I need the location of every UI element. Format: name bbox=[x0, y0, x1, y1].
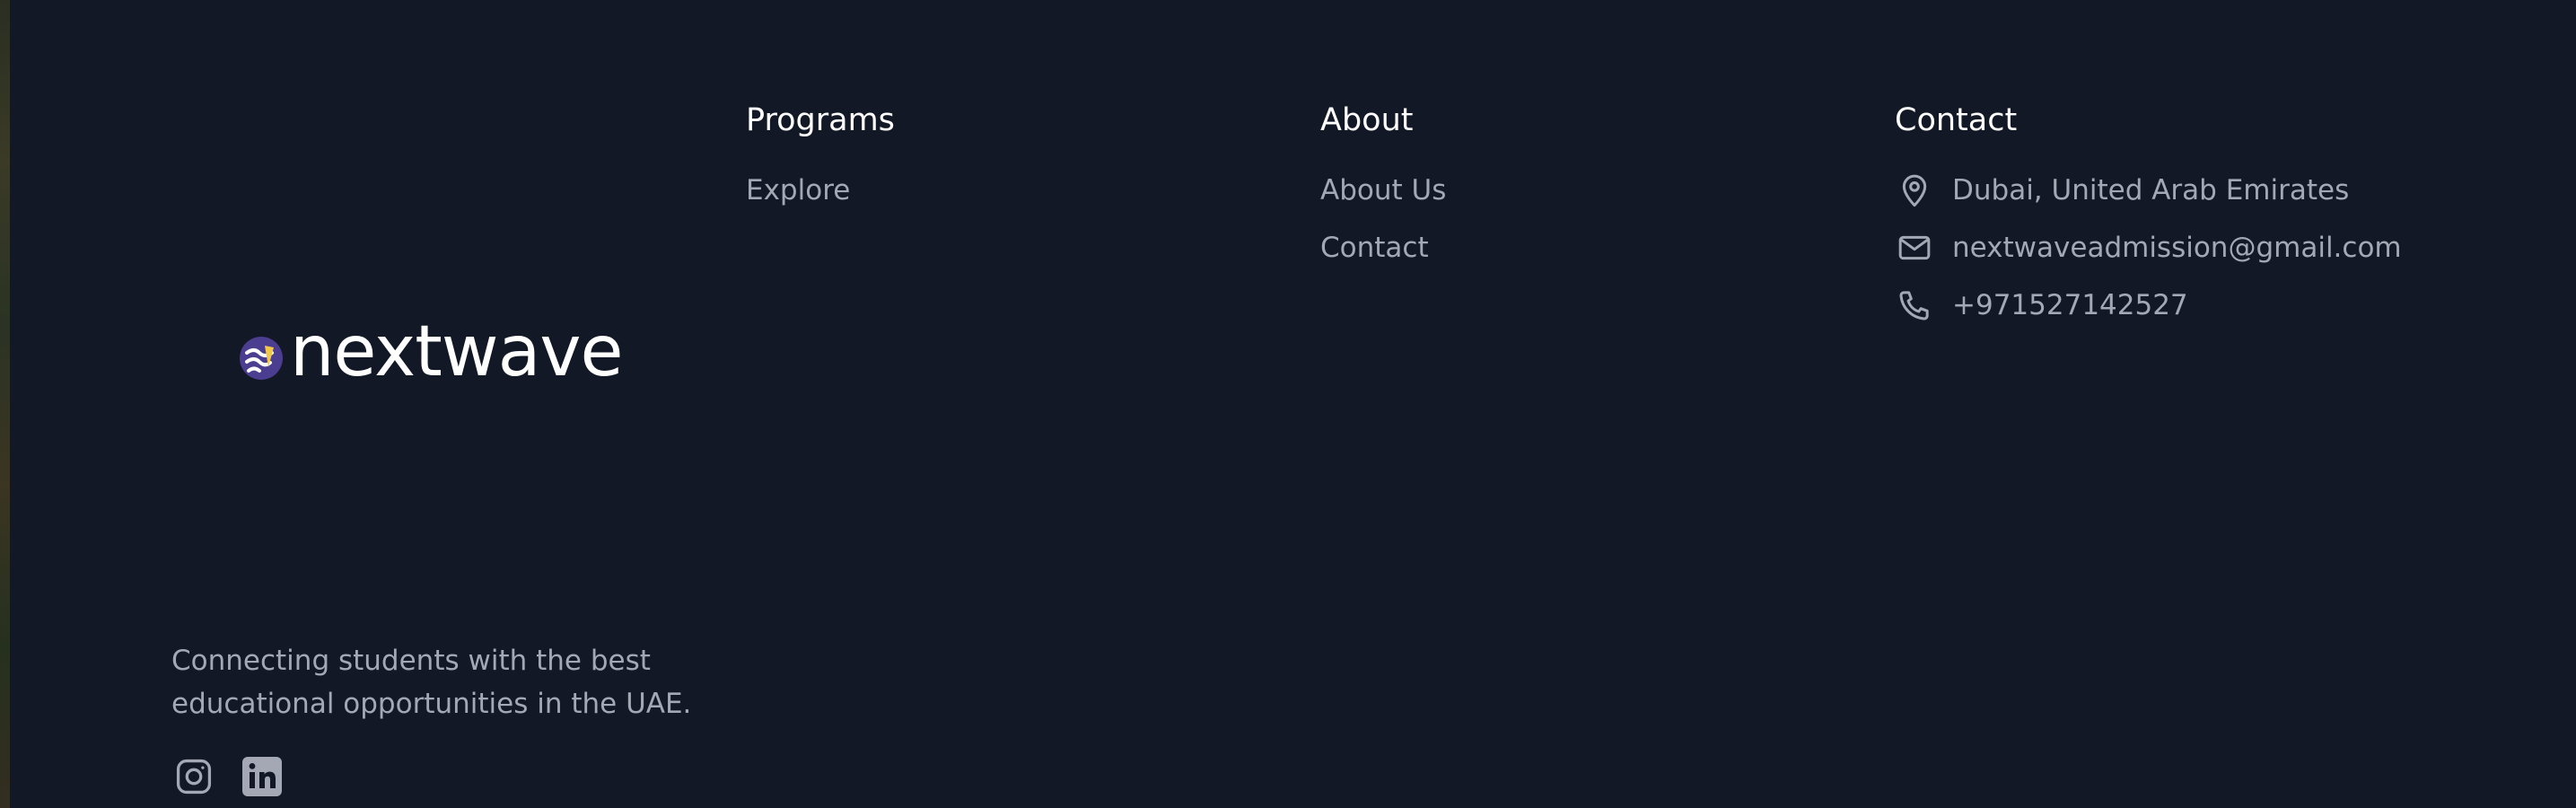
contact-column: Contact Dubai, United Arab Emirates next… bbox=[1895, 99, 2402, 345]
contact-location: Dubai, United Arab Emirates bbox=[1895, 172, 2402, 208]
brand-name: nextwave bbox=[290, 312, 624, 392]
explore-link[interactable]: Explore bbox=[746, 172, 895, 208]
brand-logo[interactable]: nextwave bbox=[238, 312, 624, 392]
instagram-link[interactable] bbox=[171, 754, 216, 799]
linkedin-icon bbox=[242, 757, 282, 796]
contact-phone[interactable]: +971527142527 bbox=[1895, 287, 2402, 323]
contact-location-text: Dubai, United Arab Emirates bbox=[1952, 174, 2350, 206]
about-heading: About bbox=[1320, 102, 1414, 138]
brand-tagline: Connecting students with the best educat… bbox=[171, 645, 692, 720]
site-footer: nextwave Connecting students with the be… bbox=[10, 0, 2576, 808]
about-us-link[interactable]: About Us bbox=[1320, 172, 1446, 208]
programs-column: Programs Explore bbox=[746, 99, 895, 230]
contact-link[interactable]: Contact bbox=[1320, 230, 1446, 266]
contact-phone-text[interactable]: +971527142527 bbox=[1952, 289, 2188, 321]
about-column: About About Us Contact bbox=[1320, 99, 1446, 287]
instagram-icon bbox=[176, 759, 212, 795]
contact-email-text[interactable]: nextwaveadmission@gmail.com bbox=[1952, 232, 2402, 264]
contact-email[interactable]: nextwaveadmission@gmail.com bbox=[1895, 230, 2402, 266]
mail-icon bbox=[1898, 235, 1931, 260]
map-pin-icon bbox=[1902, 174, 1927, 207]
logo-mark-icon bbox=[240, 337, 283, 380]
phone-icon bbox=[1899, 291, 1929, 321]
contact-heading: Contact bbox=[1895, 102, 2018, 138]
linkedin-link[interactable] bbox=[240, 754, 285, 799]
programs-heading: Programs bbox=[746, 102, 895, 138]
background-edge bbox=[0, 0, 10, 808]
social-links bbox=[171, 754, 285, 799]
